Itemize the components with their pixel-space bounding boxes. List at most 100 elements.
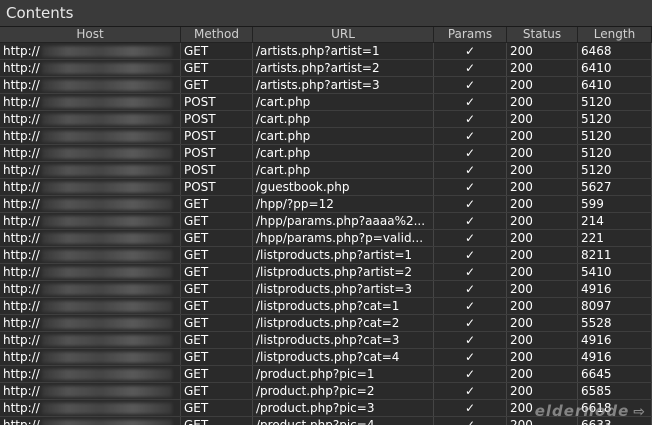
cell-host: http://: [0, 111, 181, 127]
cell-params: ✓: [434, 366, 507, 382]
column-header-length[interactable]: Length: [578, 27, 652, 42]
cell-method: GET: [181, 43, 253, 59]
watermark-text: eldernode: [534, 402, 630, 420]
cell-params: ✓: [434, 281, 507, 297]
table-row[interactable]: http:// GET/listproducts.php?cat=4 ✓ 200 491…: [0, 349, 652, 366]
arrow-icon: ⇨: [633, 404, 646, 420]
host-text: http://: [3, 146, 40, 160]
cell-method: GET: [181, 77, 253, 93]
table-row[interactable]: http:// GET/listproducts.php?cat=3 ✓ 200 491…: [0, 332, 652, 349]
cell-status: 200: [507, 366, 578, 382]
cell-length: 6468: [578, 43, 652, 59]
table-row[interactable]: http:// POST/cart.php ✓ 200 5120: [0, 94, 652, 111]
cell-host: http://: [0, 196, 181, 212]
cell-host: http://: [0, 383, 181, 399]
cell-params: ✓: [434, 213, 507, 229]
cell-length: 6585: [578, 383, 652, 399]
cell-method: GET: [181, 247, 253, 263]
host-text: http://: [3, 180, 40, 194]
column-header-url[interactable]: URL: [253, 27, 434, 42]
cell-length: 4916: [578, 281, 652, 297]
table-row[interactable]: http:// GET/artists.php?artist=2 ✓ 200 6410: [0, 60, 652, 77]
table-row[interactable]: http:// GET/hpp/params.php?p=valid... ✓ 200…: [0, 230, 652, 247]
cell-url: /listproducts.php?cat=2: [253, 315, 434, 331]
table-row[interactable]: http:// GET/artists.php?artist=3 ✓ 200 6410: [0, 77, 652, 94]
cell-host: http://: [0, 213, 181, 229]
host-text: http://: [3, 112, 40, 126]
column-header-method[interactable]: Method: [181, 27, 253, 42]
eldernode-watermark: eldernode ⇨: [535, 402, 646, 420]
cell-host: http://: [0, 247, 181, 263]
cell-length: 599: [578, 196, 652, 212]
table-row[interactable]: http:// POST/cart.php ✓ 200 5120: [0, 111, 652, 128]
cell-url: /artists.php?artist=2: [253, 60, 434, 76]
table-row[interactable]: http:// GET/listproducts.php?artist=3 ✓ 200…: [0, 281, 652, 298]
cell-url: /guestbook.php: [253, 179, 434, 195]
host-text: http://: [3, 231, 40, 245]
cell-status: 200: [507, 179, 578, 195]
cell-method: GET: [181, 60, 253, 76]
cell-status: 200: [507, 162, 578, 178]
cell-params: ✓: [434, 77, 507, 93]
table-row[interactable]: http:// POST/cart.php ✓ 200 5120: [0, 162, 652, 179]
cell-params: ✓: [434, 332, 507, 348]
host-text: http://: [3, 163, 40, 177]
redacted-host-blur: [41, 233, 172, 244]
cell-status: 200: [507, 43, 578, 59]
table-row[interactable]: http:// GET/listproducts.php?artist=1 ✓ 200…: [0, 247, 652, 264]
cell-length: 5120: [578, 111, 652, 127]
cell-url: /hpp/params.php?aaaa%2...: [253, 213, 434, 229]
cell-url: /product.php?pic=3: [253, 400, 434, 416]
cell-status: 200: [507, 349, 578, 365]
redacted-host-blur: [41, 97, 172, 108]
cell-url: /cart.php: [253, 94, 434, 110]
table-row[interactable]: http:// GET/listproducts.php?cat=1 ✓ 200 809…: [0, 298, 652, 315]
cell-host: http://: [0, 332, 181, 348]
cell-url: /product.php?pic=1: [253, 366, 434, 382]
table-row[interactable]: http:// GET/product.php?pic=2 ✓ 200 6585: [0, 383, 652, 400]
table-row[interactable]: http:// GET/hpp/?pp=12 ✓ 200 599: [0, 196, 652, 213]
column-header-status[interactable]: Status: [507, 27, 578, 42]
cell-host: http://: [0, 179, 181, 195]
cell-host: http://: [0, 366, 181, 382]
table-row[interactable]: http:// POST/cart.php ✓ 200 5120: [0, 128, 652, 145]
cell-params: ✓: [434, 383, 507, 399]
redacted-host-blur: [41, 80, 172, 91]
table-row[interactable]: http:// GET/artists.php?artist=1 ✓ 200 6468: [0, 43, 652, 60]
redacted-host-blur: [41, 386, 172, 397]
cell-length: 6645: [578, 366, 652, 382]
cell-method: GET: [181, 349, 253, 365]
table-row[interactable]: http:// GET/listproducts.php?cat=2 ✓ 200 552…: [0, 315, 652, 332]
table-row[interactable]: http:// POST/cart.php ✓ 200 5120: [0, 145, 652, 162]
column-header-params[interactable]: Params: [434, 27, 507, 42]
column-header-host[interactable]: Host: [0, 27, 181, 42]
host-text: http://: [3, 61, 40, 75]
cell-params: ✓: [434, 230, 507, 246]
host-text: http://: [3, 384, 40, 398]
cell-length: 5120: [578, 145, 652, 161]
cell-method: POST: [181, 145, 253, 161]
table-row[interactable]: http:// GET/product.php?pic=1 ✓ 200 6645: [0, 366, 652, 383]
cell-method: POST: [181, 111, 253, 127]
cell-url: /artists.php?artist=3: [253, 77, 434, 93]
cell-params: ✓: [434, 400, 507, 416]
cell-params: ✓: [434, 162, 507, 178]
cell-method: POST: [181, 162, 253, 178]
cell-status: 200: [507, 196, 578, 212]
table-row[interactable]: http:// GET/hpp/params.php?aaaa%2... ✓ 200 2…: [0, 213, 652, 230]
redacted-host-blur: [41, 352, 172, 363]
cell-url: /cart.php: [253, 128, 434, 144]
contents-table[interactable]: Host Method URL Params Status Length htt…: [0, 26, 652, 425]
host-text: http://: [3, 299, 40, 313]
cell-params: ✓: [434, 264, 507, 280]
host-text: http://: [3, 333, 40, 347]
cell-length: 5120: [578, 162, 652, 178]
redacted-host-blur: [41, 148, 172, 159]
cell-status: 200: [507, 128, 578, 144]
table-row[interactable]: http:// GET/listproducts.php?artist=2 ✓ 200…: [0, 264, 652, 281]
cell-length: 5120: [578, 94, 652, 110]
table-row[interactable]: http:// POST/guestbook.php ✓ 200 5627: [0, 179, 652, 196]
host-text: http://: [3, 367, 40, 381]
cell-url: /listproducts.php?artist=1: [253, 247, 434, 263]
cell-params: ✓: [434, 349, 507, 365]
